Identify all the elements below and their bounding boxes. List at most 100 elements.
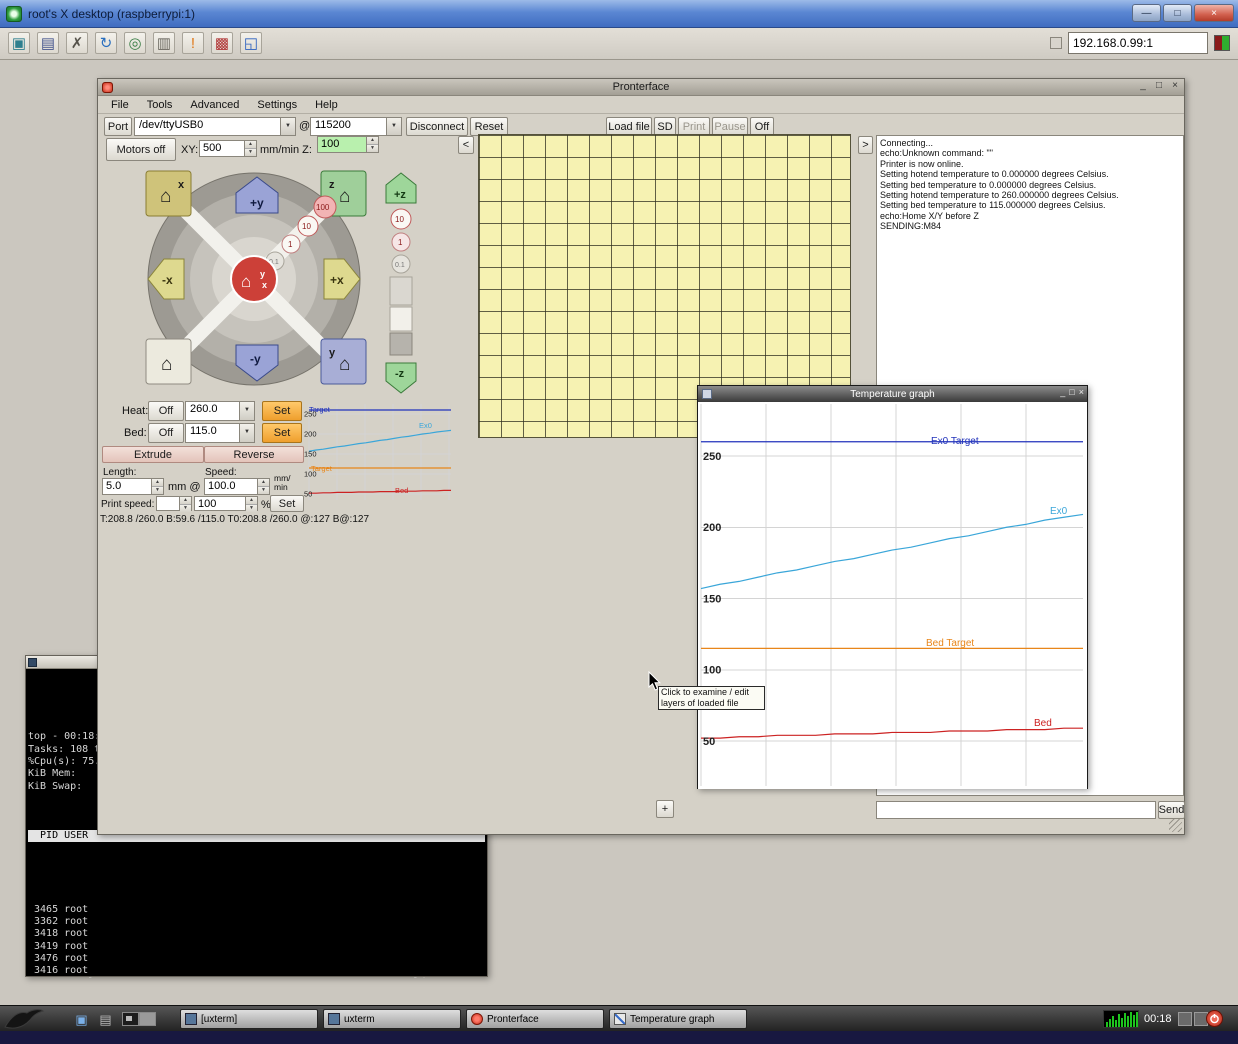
xy-feed-stepper[interactable]: 500 ▲▼ (199, 140, 257, 157)
port-rescan-button[interactable]: Port (104, 117, 132, 136)
pager-desktop-1[interactable] (122, 1012, 139, 1026)
heat-set-button[interactable]: Set (262, 401, 302, 421)
menu-item[interactable]: Help (306, 98, 347, 112)
stepper-arrows-icon[interactable]: ▲▼ (151, 479, 163, 494)
chevron-down-icon[interactable]: ▼ (386, 118, 401, 135)
screen-lock-icon[interactable]: ▣ (72, 1010, 91, 1029)
refresh-icon[interactable]: ↻ (95, 32, 117, 54)
svg-text:y: y (329, 347, 336, 359)
maximize-button[interactable]: □ (1163, 4, 1192, 22)
print-speed-set-button[interactable]: Set (270, 495, 304, 512)
maximize-button[interactable]: □ (1153, 80, 1165, 91)
reverse-button[interactable]: Reverse (204, 446, 304, 463)
terminal-process-row: 3419 root (28, 941, 485, 953)
taskbar-task-button[interactable]: uxterm (323, 1009, 461, 1029)
svg-text:x: x (262, 280, 267, 290)
maximize-button[interactable]: □ (1069, 387, 1074, 397)
svg-text:-y: -y (250, 352, 261, 366)
svg-text:Ex0 Target: Ex0 Target (931, 436, 979, 447)
view-window-icon[interactable]: ◎ (124, 32, 146, 54)
resize-grip[interactable] (1169, 819, 1182, 832)
log-line: echo:Home X/Y before Z (880, 211, 1180, 221)
temperature-graph-title-bar[interactable]: Temperature graph _ □ × (698, 386, 1087, 402)
new-connection-icon[interactable]: ▣ (8, 32, 30, 54)
home-xy-button[interactable] (231, 256, 277, 302)
taskbar-clock: 00:18 (1144, 1013, 1172, 1025)
fullscreen-icon[interactable]: ◱ (240, 32, 262, 54)
disconnect-button[interactable]: Disconnect (406, 117, 468, 136)
pause-connection-icon[interactable]: ! (182, 32, 204, 54)
collapse-left-panel-button[interactable]: < (458, 136, 474, 154)
svg-text:+x: +x (330, 273, 344, 287)
svg-text:1: 1 (288, 240, 293, 249)
taskbar-task-button[interactable]: Temperature graph (609, 1009, 747, 1029)
desktop-pager[interactable] (122, 1012, 156, 1026)
jog-controls[interactable]: ⌂ x z ⌂ ⌂ y ⌂ +y -y -x +x 100 10 1 (138, 167, 423, 397)
menu-item[interactable]: Tools (138, 98, 182, 112)
minimize-button[interactable]: _ (1137, 80, 1149, 91)
send-button[interactable]: Send (1158, 801, 1185, 819)
svg-text:100: 100 (316, 203, 330, 212)
stepper-arrows-icon[interactable]: ▲▼ (244, 141, 256, 156)
pronterface-title-bar[interactable]: Pronterface _ □ × (98, 79, 1184, 96)
stepper-arrows-icon[interactable]: ▲▼ (179, 497, 191, 510)
print-speed-label: Print speed: (101, 499, 154, 510)
menu-item[interactable]: Advanced (181, 98, 248, 112)
svg-text:250: 250 (703, 451, 721, 463)
stepper-arrows-icon[interactable]: ▲▼ (257, 479, 269, 494)
connection-quality-icon (1214, 35, 1230, 51)
tray-screen-icon[interactable] (1178, 1012, 1192, 1026)
chevron-down-icon[interactable]: ▼ (239, 402, 254, 420)
plater-tooltip: Click to examine / edit layers of loaded… (658, 686, 765, 710)
gcode-command-input[interactable] (876, 801, 1156, 819)
print-speed-stepper[interactable]: 100 ▲▼ (194, 496, 258, 511)
taskbar-task-button[interactable]: Pronterface (466, 1009, 604, 1029)
speed-label: Speed: (205, 467, 237, 478)
taskbar-task-button[interactable]: [uxterm] (180, 1009, 318, 1029)
ctrl-alt-del-icon[interactable]: ▥ (153, 32, 175, 54)
xy-feed-label: XY: (181, 144, 198, 156)
chevron-down-icon[interactable]: ▼ (239, 424, 254, 442)
vnc-address-input[interactable] (1068, 32, 1208, 54)
bed-target-select[interactable]: 115.0 ▼ (185, 423, 255, 443)
connection-options-icon[interactable]: ✗ (66, 32, 88, 54)
motors-off-button[interactable]: Motors off (106, 138, 176, 161)
heat-off-button[interactable]: Off (148, 401, 184, 421)
baud-select[interactable]: 115200 ▼ (310, 117, 402, 136)
extrude-length-stepper[interactable]: 5.0 ▲▼ (102, 478, 164, 495)
print-speed-slider[interactable]: ▲▼ (156, 496, 192, 511)
collapse-right-panel-button[interactable]: > (858, 136, 873, 154)
heat-target-select[interactable]: 260.0 ▼ (185, 401, 255, 421)
stepper-arrows-icon[interactable]: ▲▼ (366, 137, 378, 152)
svg-text:z: z (329, 179, 335, 191)
bed-off-button[interactable]: Off (148, 423, 184, 443)
svg-text:150: 150 (703, 593, 721, 605)
vnc-title-bar[interactable]: root's X desktop (raspberrypi:1) — □ × (0, 0, 1238, 28)
zoom-in-button[interactable]: + (656, 800, 674, 818)
logout-power-button[interactable] (1206, 1010, 1223, 1027)
stepper-arrows-icon[interactable]: ▲▼ (245, 497, 257, 510)
task-icon (185, 1013, 197, 1025)
lxde-bird-logo-icon[interactable] (3, 1008, 45, 1030)
extrude-speed-stepper[interactable]: 100.0 ▲▼ (204, 478, 270, 495)
chevron-down-icon[interactable]: ▼ (280, 118, 295, 135)
iconify-windows-icon[interactable]: ▤ (96, 1010, 115, 1029)
close-button[interactable]: × (1194, 4, 1234, 22)
terminal-process-row: 3465 root (28, 904, 485, 916)
z-scale-block (390, 307, 412, 331)
menu-item[interactable]: Settings (248, 98, 306, 112)
menu-item[interactable]: File (102, 98, 138, 112)
screenshot-icon[interactable]: ▩ (211, 32, 233, 54)
mouse-cursor (648, 671, 662, 692)
z-feed-stepper[interactable]: 100 ▲▼ (317, 136, 379, 153)
svg-text:100: 100 (703, 665, 721, 677)
close-button[interactable]: × (1079, 387, 1084, 397)
pager-desktop-2[interactable] (139, 1012, 156, 1026)
close-button[interactable]: × (1169, 80, 1181, 91)
bed-set-button[interactable]: Set (262, 423, 302, 443)
minimize-button[interactable]: _ (1060, 387, 1065, 397)
minimize-button[interactable]: — (1132, 4, 1161, 22)
extrude-button[interactable]: Extrude (102, 446, 204, 463)
save-session-icon[interactable]: ▤ (37, 32, 59, 54)
port-select[interactable]: /dev/ttyUSB0 ▼ (134, 117, 296, 136)
